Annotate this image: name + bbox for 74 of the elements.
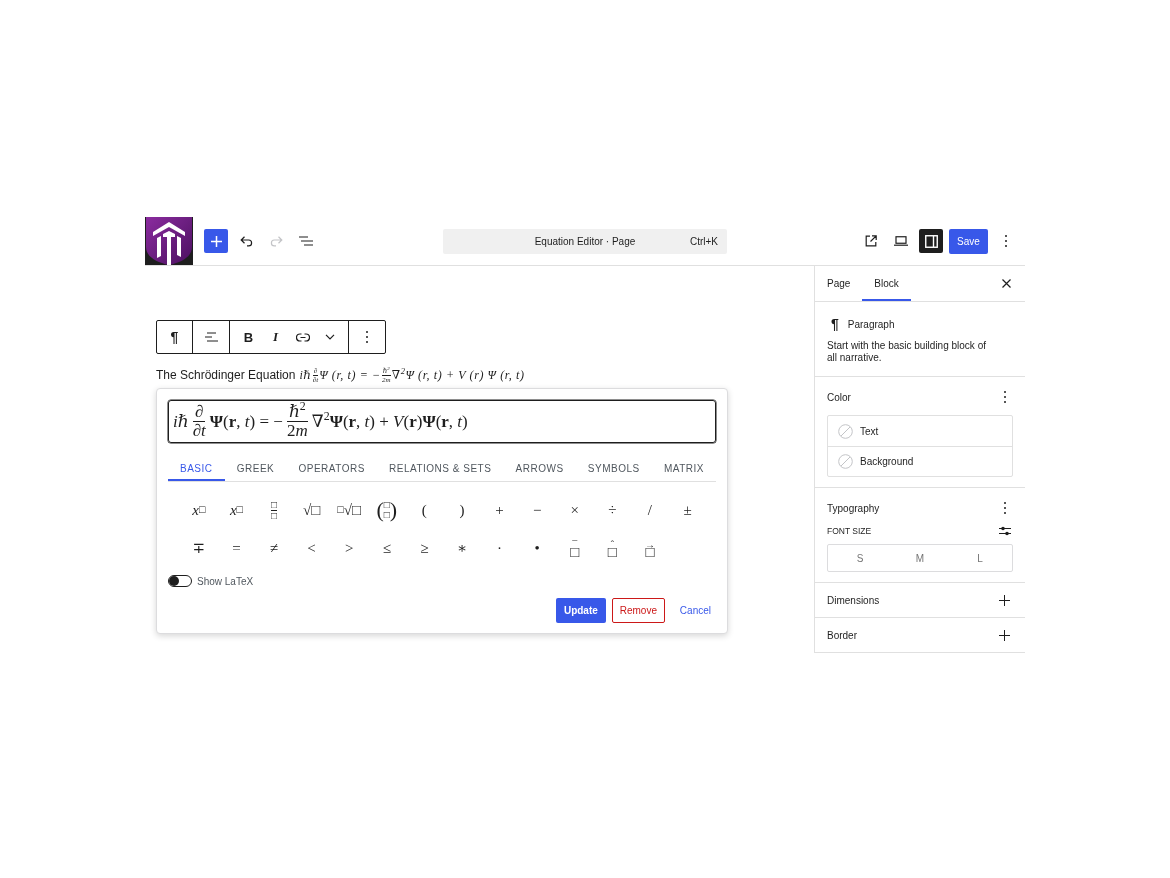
document-title: Equation Editor · Page — [534, 235, 636, 247]
show-latex-label: Show LaTeX — [197, 575, 254, 587]
symbol-category-tab[interactable]: MATRIX — [651, 455, 716, 481]
show-latex-switch[interactable] — [168, 575, 192, 587]
symbol-category-tab[interactable]: RELATIONS & SETS — [377, 455, 504, 481]
symbol-button[interactable]: ≤ — [370, 532, 403, 564]
symbol-category-tab[interactable]: SYMBOLS — [575, 455, 652, 481]
save-button[interactable]: Save — [949, 228, 988, 254]
external-link-icon — [865, 235, 877, 247]
section-title: Typography — [827, 502, 880, 514]
update-button[interactable]: Update — [555, 598, 606, 623]
symbol-button[interactable]: √□ — [295, 494, 328, 526]
font-size-label: FONT SIZE — [827, 526, 872, 536]
font-size-option[interactable]: L — [950, 547, 1010, 569]
empty-swatch-icon — [838, 454, 853, 469]
symbol-button[interactable]: > — [333, 532, 366, 564]
section-title: Color — [827, 391, 851, 403]
symbol-button[interactable]: = — [220, 532, 253, 564]
symbol-category-tab[interactable]: GREEK — [224, 455, 287, 481]
color-setting-button[interactable]: Text — [828, 416, 1012, 446]
laptop-icon — [894, 236, 908, 246]
sidebar-panel-icon — [924, 234, 938, 248]
command-bar[interactable]: Equation Editor · Page Ctrl+K — [443, 228, 727, 254]
symbol-button[interactable]: / — [633, 494, 666, 526]
empty-swatch-icon — [838, 423, 853, 439]
symbol-button[interactable]: ∗ — [445, 532, 478, 564]
symbol-button[interactable]: < — [295, 532, 328, 564]
symbol-button[interactable]: ÷ — [596, 494, 629, 526]
symbol-button[interactable]: ( — [408, 494, 441, 526]
keyboard-shortcut: Ctrl+K — [689, 235, 718, 247]
font-size-option[interactable]: S — [830, 547, 890, 569]
add-block-button[interactable] — [204, 229, 228, 253]
symbol-button[interactable]: ≠ — [258, 532, 290, 564]
symbol-category-tab[interactable]: BASIC — [168, 455, 225, 481]
sidebar-tab[interactable]: Page — [815, 266, 863, 301]
block-name: Paragraph — [847, 318, 895, 330]
symbol-button[interactable]: • — [521, 532, 554, 564]
close-icon — [1001, 279, 1011, 288]
cancel-link[interactable]: Cancel — [674, 598, 716, 623]
remove-button[interactable]: Remove — [611, 598, 665, 623]
symbol-button[interactable]: ) — [445, 494, 478, 526]
font-size-option[interactable]: M — [890, 547, 950, 569]
symbol-button[interactable]: □ □ — [258, 494, 290, 526]
symbol-button[interactable]: ≥ — [408, 532, 441, 564]
color-setting-button[interactable]: Background — [828, 446, 1012, 476]
panel-header-button[interactable]: Border — [827, 627, 1013, 643]
sidebar-tab[interactable]: Block — [862, 266, 911, 301]
symbol-button[interactable]: × — [558, 494, 591, 526]
site-logo[interactable] — [145, 217, 193, 265]
symbol-button[interactable]: ∓ — [182, 532, 215, 564]
block-description: Start with the basic building block of all narrative. — [827, 340, 987, 364]
settings-sidebar-toggle[interactable] — [919, 229, 943, 253]
list-view-icon — [299, 236, 313, 246]
redo-arrow-icon — [269, 235, 283, 247]
symbol-button[interactable]: · — [483, 532, 516, 564]
sliders-icon — [999, 526, 1011, 536]
symbol-button[interactable]: ± — [671, 494, 704, 526]
link-icon — [295, 332, 310, 342]
paragraph-icon: ¶ — [831, 316, 839, 332]
chevron-down-icon — [324, 334, 335, 340]
symbol-button[interactable]: ¯□ — [558, 532, 591, 564]
plus-icon — [210, 235, 222, 247]
block-type-button[interactable]: ¶ — [157, 321, 192, 353]
symbol-button[interactable]: → □ — [633, 532, 666, 564]
bold-button[interactable]: B — [235, 321, 262, 353]
symbol-button[interactable]: + — [483, 494, 516, 526]
symbol-button[interactable]: − — [521, 494, 554, 526]
panel-header-button[interactable]: Dimensions — [827, 592, 1013, 608]
italic-button[interactable]: I — [262, 321, 289, 353]
symbol-button[interactable]: ˆ□ — [596, 532, 629, 564]
symbol-category-tab[interactable]: OPERATORS — [286, 455, 377, 481]
align-left-icon — [204, 332, 218, 342]
undo-arrow-icon — [239, 235, 253, 247]
symbol-category-tab[interactable]: ARROWS — [503, 455, 576, 481]
